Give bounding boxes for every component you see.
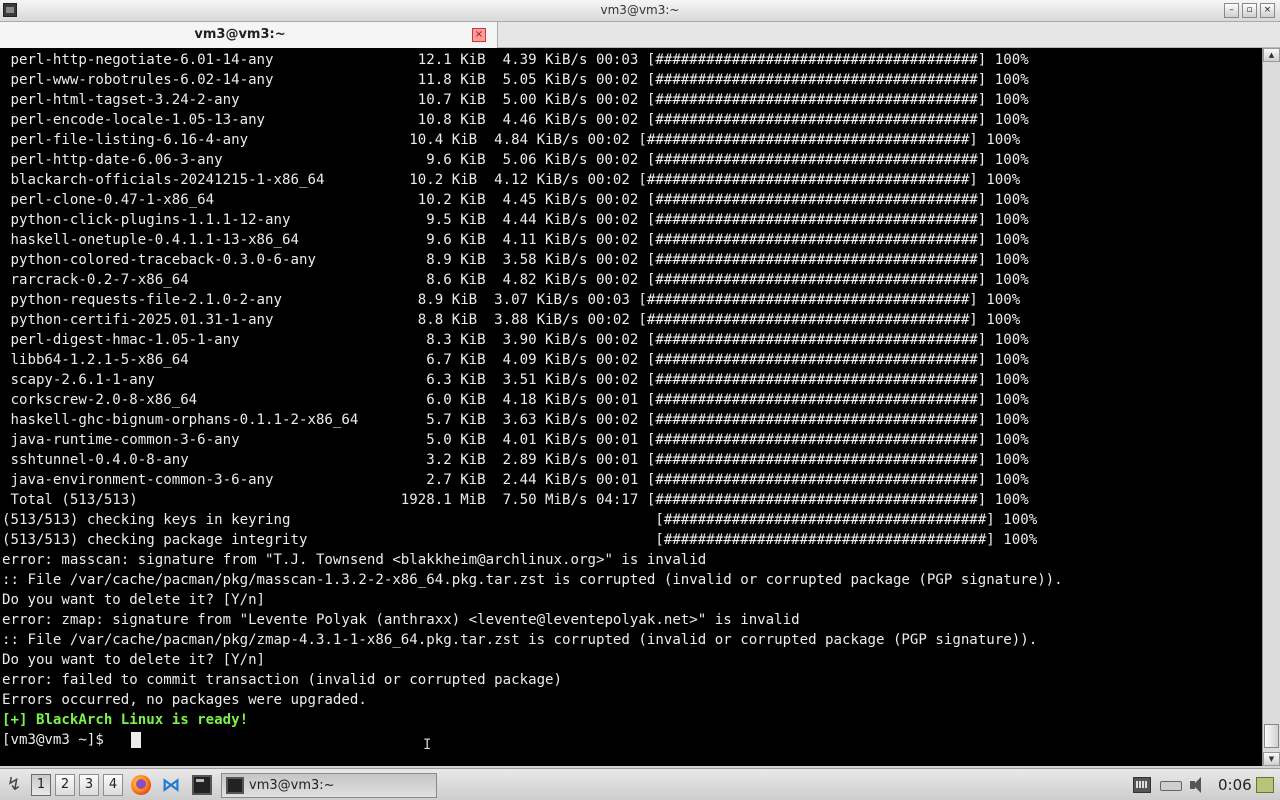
terminal-tab[interactable]: vm3@vm3:~ × bbox=[0, 22, 498, 48]
terminal-line: python-requests-file-2.1.0-2-any 8.9 KiB… bbox=[2, 292, 1021, 308]
terminal-line: python-certifi-2025.01.31-1-any 8.8 KiB … bbox=[2, 312, 1021, 328]
terminal-line: libb64-1.2.1-5-x86_64 6.7 KiB 4.09 KiB/s… bbox=[2, 352, 1029, 368]
terminal-icon[interactable] bbox=[192, 775, 212, 795]
tab-bar: vm3@vm3:~ × bbox=[0, 22, 1280, 48]
start-menu-icon[interactable]: ↯ bbox=[4, 775, 24, 795]
clock[interactable]: 0:06 bbox=[1218, 776, 1252, 794]
taskbar-window-label: vm3@vm3:~ bbox=[249, 778, 335, 793]
minimize-button[interactable]: – bbox=[1224, 3, 1239, 18]
terminal-output[interactable]: perl-http-negotiate-6.01-14-any 12.1 KiB… bbox=[0, 48, 1262, 766]
terminal-line: haskell-onetuple-0.4.1.1-13-x86_64 9.6 K… bbox=[2, 232, 1029, 248]
terminal-line: Do you want to delete it? [Y/n] bbox=[2, 652, 266, 668]
terminal-line: perl-www-robotrules-6.02-14-any 11.8 KiB… bbox=[2, 72, 1029, 88]
taskbar-terminal-window[interactable]: vm3@vm3:~ bbox=[221, 773, 437, 798]
workspace-3-button[interactable]: 3 bbox=[79, 774, 99, 796]
terminal-line: :: File /var/cache/pacman/pkg/masscan-1.… bbox=[2, 572, 1063, 588]
taskbar: ↯ 1 2 3 4 ⋈ vm3@vm3:~ 0:06 bbox=[0, 768, 1280, 800]
terminal-line: error: masscan: signature from "T.J. Tow… bbox=[2, 552, 707, 568]
terminal-line: rarcrack-0.2-7-x86_64 8.6 KiB 4.82 KiB/s… bbox=[2, 272, 1029, 288]
terminal-line: :: File /var/cache/pacman/pkg/zmap-4.3.1… bbox=[2, 632, 1038, 648]
terminal-line: Errors occurred, no packages were upgrad… bbox=[2, 692, 367, 708]
terminal-line: perl-html-tagset-3.24-2-any 10.7 KiB 5.0… bbox=[2, 92, 1029, 108]
terminal-line: scapy-2.6.1-1-any 6.3 KiB 3.51 KiB/s 00:… bbox=[2, 372, 1029, 388]
volume-icon[interactable] bbox=[1190, 777, 1208, 793]
terminal-line: perl-clone-0.47-1-x86_64 10.2 KiB 4.45 K… bbox=[2, 192, 1029, 208]
text-cursor bbox=[131, 732, 141, 748]
vscode-icon[interactable]: ⋈ bbox=[161, 775, 181, 795]
tab-close-icon[interactable]: × bbox=[472, 28, 486, 42]
ibeam-pointer-icon: Ι bbox=[423, 737, 432, 753]
keyboard-layout-icon[interactable] bbox=[1133, 777, 1151, 793]
terminal-line: perl-file-listing-6.16-4-any 10.4 KiB 4.… bbox=[2, 132, 1021, 148]
terminal-line: Total (513/513) 1928.1 MiB 7.50 MiB/s 04… bbox=[2, 492, 1029, 508]
terminal-line: perl-http-date-6.06-3-any 9.6 KiB 5.06 K… bbox=[2, 152, 1029, 168]
scrollbar-thumb[interactable] bbox=[1264, 724, 1279, 748]
window-title: vm3@vm3:~ bbox=[600, 3, 680, 17]
tab-label: vm3@vm3:~ bbox=[194, 27, 286, 42]
terminal-app-icon bbox=[226, 777, 244, 794]
terminal-line: error: failed to commit transaction (inv… bbox=[2, 672, 563, 688]
terminal-line: python-colored-traceback-0.3.0-6-any 8.9… bbox=[2, 252, 1029, 268]
terminal-line: java-environment-common-3-6-any 2.7 KiB … bbox=[2, 472, 1029, 488]
removable-drive-icon[interactable] bbox=[1160, 781, 1182, 791]
workspace-1-button[interactable]: 1 bbox=[31, 774, 51, 796]
terminal-line: Do you want to delete it? [Y/n] bbox=[2, 592, 266, 608]
terminal-line: (513/513) checking keys in keyring [####… bbox=[2, 512, 1038, 528]
terminal-line: sshtunnel-0.4.0-8-any 3.2 KiB 2.89 KiB/s… bbox=[2, 452, 1029, 468]
terminal-line: java-runtime-common-3-6-any 5.0 KiB 4.01… bbox=[2, 432, 1029, 448]
maximize-button[interactable]: ▫ bbox=[1242, 3, 1257, 18]
terminal-line: haskell-ghc-bignum-orphans-0.1.1-2-x86_6… bbox=[2, 412, 1029, 428]
terminal-line: corkscrew-2.0-8-x86_64 6.0 KiB 4.18 KiB/… bbox=[2, 392, 1029, 408]
terminal-line: blackarch-officials-20241215-1-x86_64 10… bbox=[2, 172, 1021, 188]
scroll-down-icon[interactable]: ▼ bbox=[1263, 752, 1280, 766]
terminal-line: error: zmap: signature from "Levente Pol… bbox=[2, 612, 800, 628]
close-window-button[interactable]: × bbox=[1260, 3, 1275, 18]
terminal-line: perl-http-negotiate-6.01-14-any 12.1 KiB… bbox=[2, 52, 1029, 68]
terminal-line: perl-encode-locale-1.05-13-any 10.8 KiB … bbox=[2, 112, 1029, 128]
terminal-line: (513/513) checking package integrity [##… bbox=[2, 532, 1038, 548]
ready-message: [+] BlackArch Linux is ready! bbox=[2, 712, 249, 728]
workspace-4-button[interactable]: 4 bbox=[103, 774, 123, 796]
firefox-icon[interactable] bbox=[131, 775, 151, 795]
scroll-up-icon[interactable]: ▲ bbox=[1263, 48, 1280, 62]
terminal-scrollbar[interactable]: ▲ ▼ bbox=[1262, 48, 1280, 766]
show-desktop-icon[interactable] bbox=[1256, 777, 1274, 793]
shell-prompt: [vm3@vm3 ~]$ bbox=[2, 732, 113, 748]
window-titlebar[interactable]: vm3@vm3:~ – ▫ × bbox=[0, 0, 1280, 22]
workspace-2-button[interactable]: 2 bbox=[55, 774, 75, 796]
terminal-line: python-click-plugins-1.1.1-12-any 9.5 Ki… bbox=[2, 212, 1029, 228]
terminal-line: perl-digest-hmac-1.05-1-any 8.3 KiB 3.90… bbox=[2, 332, 1029, 348]
